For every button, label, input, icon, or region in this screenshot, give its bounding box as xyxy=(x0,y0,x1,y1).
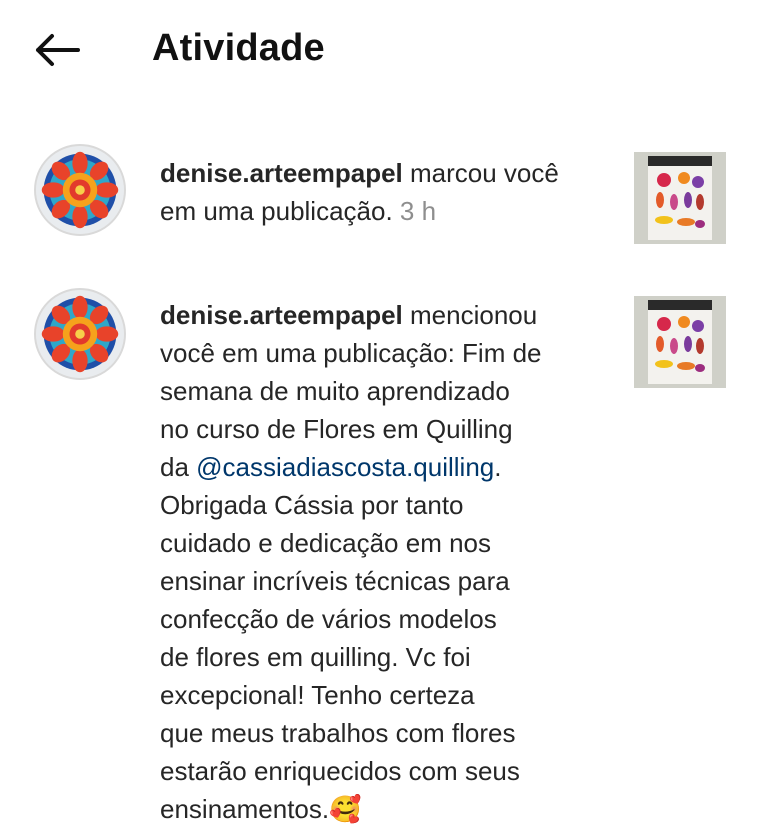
quilling-flowers-thumbnail-image xyxy=(634,296,726,388)
text-line: excepcional! Tenho certeza xyxy=(160,680,475,710)
text-line: no curso de Flores em Quilling xyxy=(160,414,513,444)
smiling-face-hearts-emoji: 🥰 xyxy=(329,794,362,824)
header: Atividade xyxy=(0,0,760,100)
text-line: da @cassiadiascosta.quilling. xyxy=(160,448,600,486)
mention-link[interactable]: @cassiadiascosta.quilling xyxy=(196,452,494,482)
post-thumbnail[interactable] xyxy=(634,296,726,388)
text-line: que meus trabalhos com flores xyxy=(160,718,516,748)
timestamp: 3 h xyxy=(392,196,437,226)
text-line: de flores em quilling. Vc foi xyxy=(160,642,471,672)
mandala-avatar-image xyxy=(36,146,124,234)
notification-item[interactable]: denise.arteempapel mencionou você em uma… xyxy=(0,284,760,838)
back-button[interactable] xyxy=(30,26,86,74)
page-title: Atividade xyxy=(152,27,325,69)
text-line: Obrigada Cássia por tanto xyxy=(160,490,464,520)
mention-prefix: da xyxy=(160,452,197,482)
notification-action: mencionou xyxy=(402,300,538,330)
username-link[interactable]: denise.arteempapel xyxy=(160,158,403,188)
mention-suffix: . xyxy=(494,452,502,482)
text-line: você em uma publicação: Fim de xyxy=(160,338,542,368)
text-line: estarão enriquecidos com seus xyxy=(160,756,520,786)
post-thumbnail[interactable] xyxy=(634,152,726,244)
avatar[interactable] xyxy=(34,144,126,236)
notification-text: denise.arteempapel marcou você em uma pu… xyxy=(160,154,600,230)
notification-item[interactable]: denise.arteempapel marcou você em uma pu… xyxy=(0,140,760,250)
text-line: denise.arteempapel mencionou xyxy=(160,296,600,334)
arrow-left-icon xyxy=(36,34,80,66)
text-line: ensinar incríveis técnicas para xyxy=(160,566,510,596)
quilling-flowers-thumbnail-image xyxy=(634,152,726,244)
notification-text: denise.arteempapel mencionou você em uma… xyxy=(160,296,600,828)
text-line: confecção de vários modelos xyxy=(160,604,497,634)
text-line: ensinamentos.🥰 xyxy=(160,790,600,828)
text-line: semana de muito aprendizado xyxy=(160,376,510,406)
mandala-avatar-image xyxy=(36,290,124,378)
username-link[interactable]: denise.arteempapel xyxy=(160,300,403,330)
text-line-content: ensinamentos. xyxy=(160,794,330,824)
text-line: cuidado e dedicação em nos xyxy=(160,528,492,558)
avatar[interactable] xyxy=(34,288,126,380)
